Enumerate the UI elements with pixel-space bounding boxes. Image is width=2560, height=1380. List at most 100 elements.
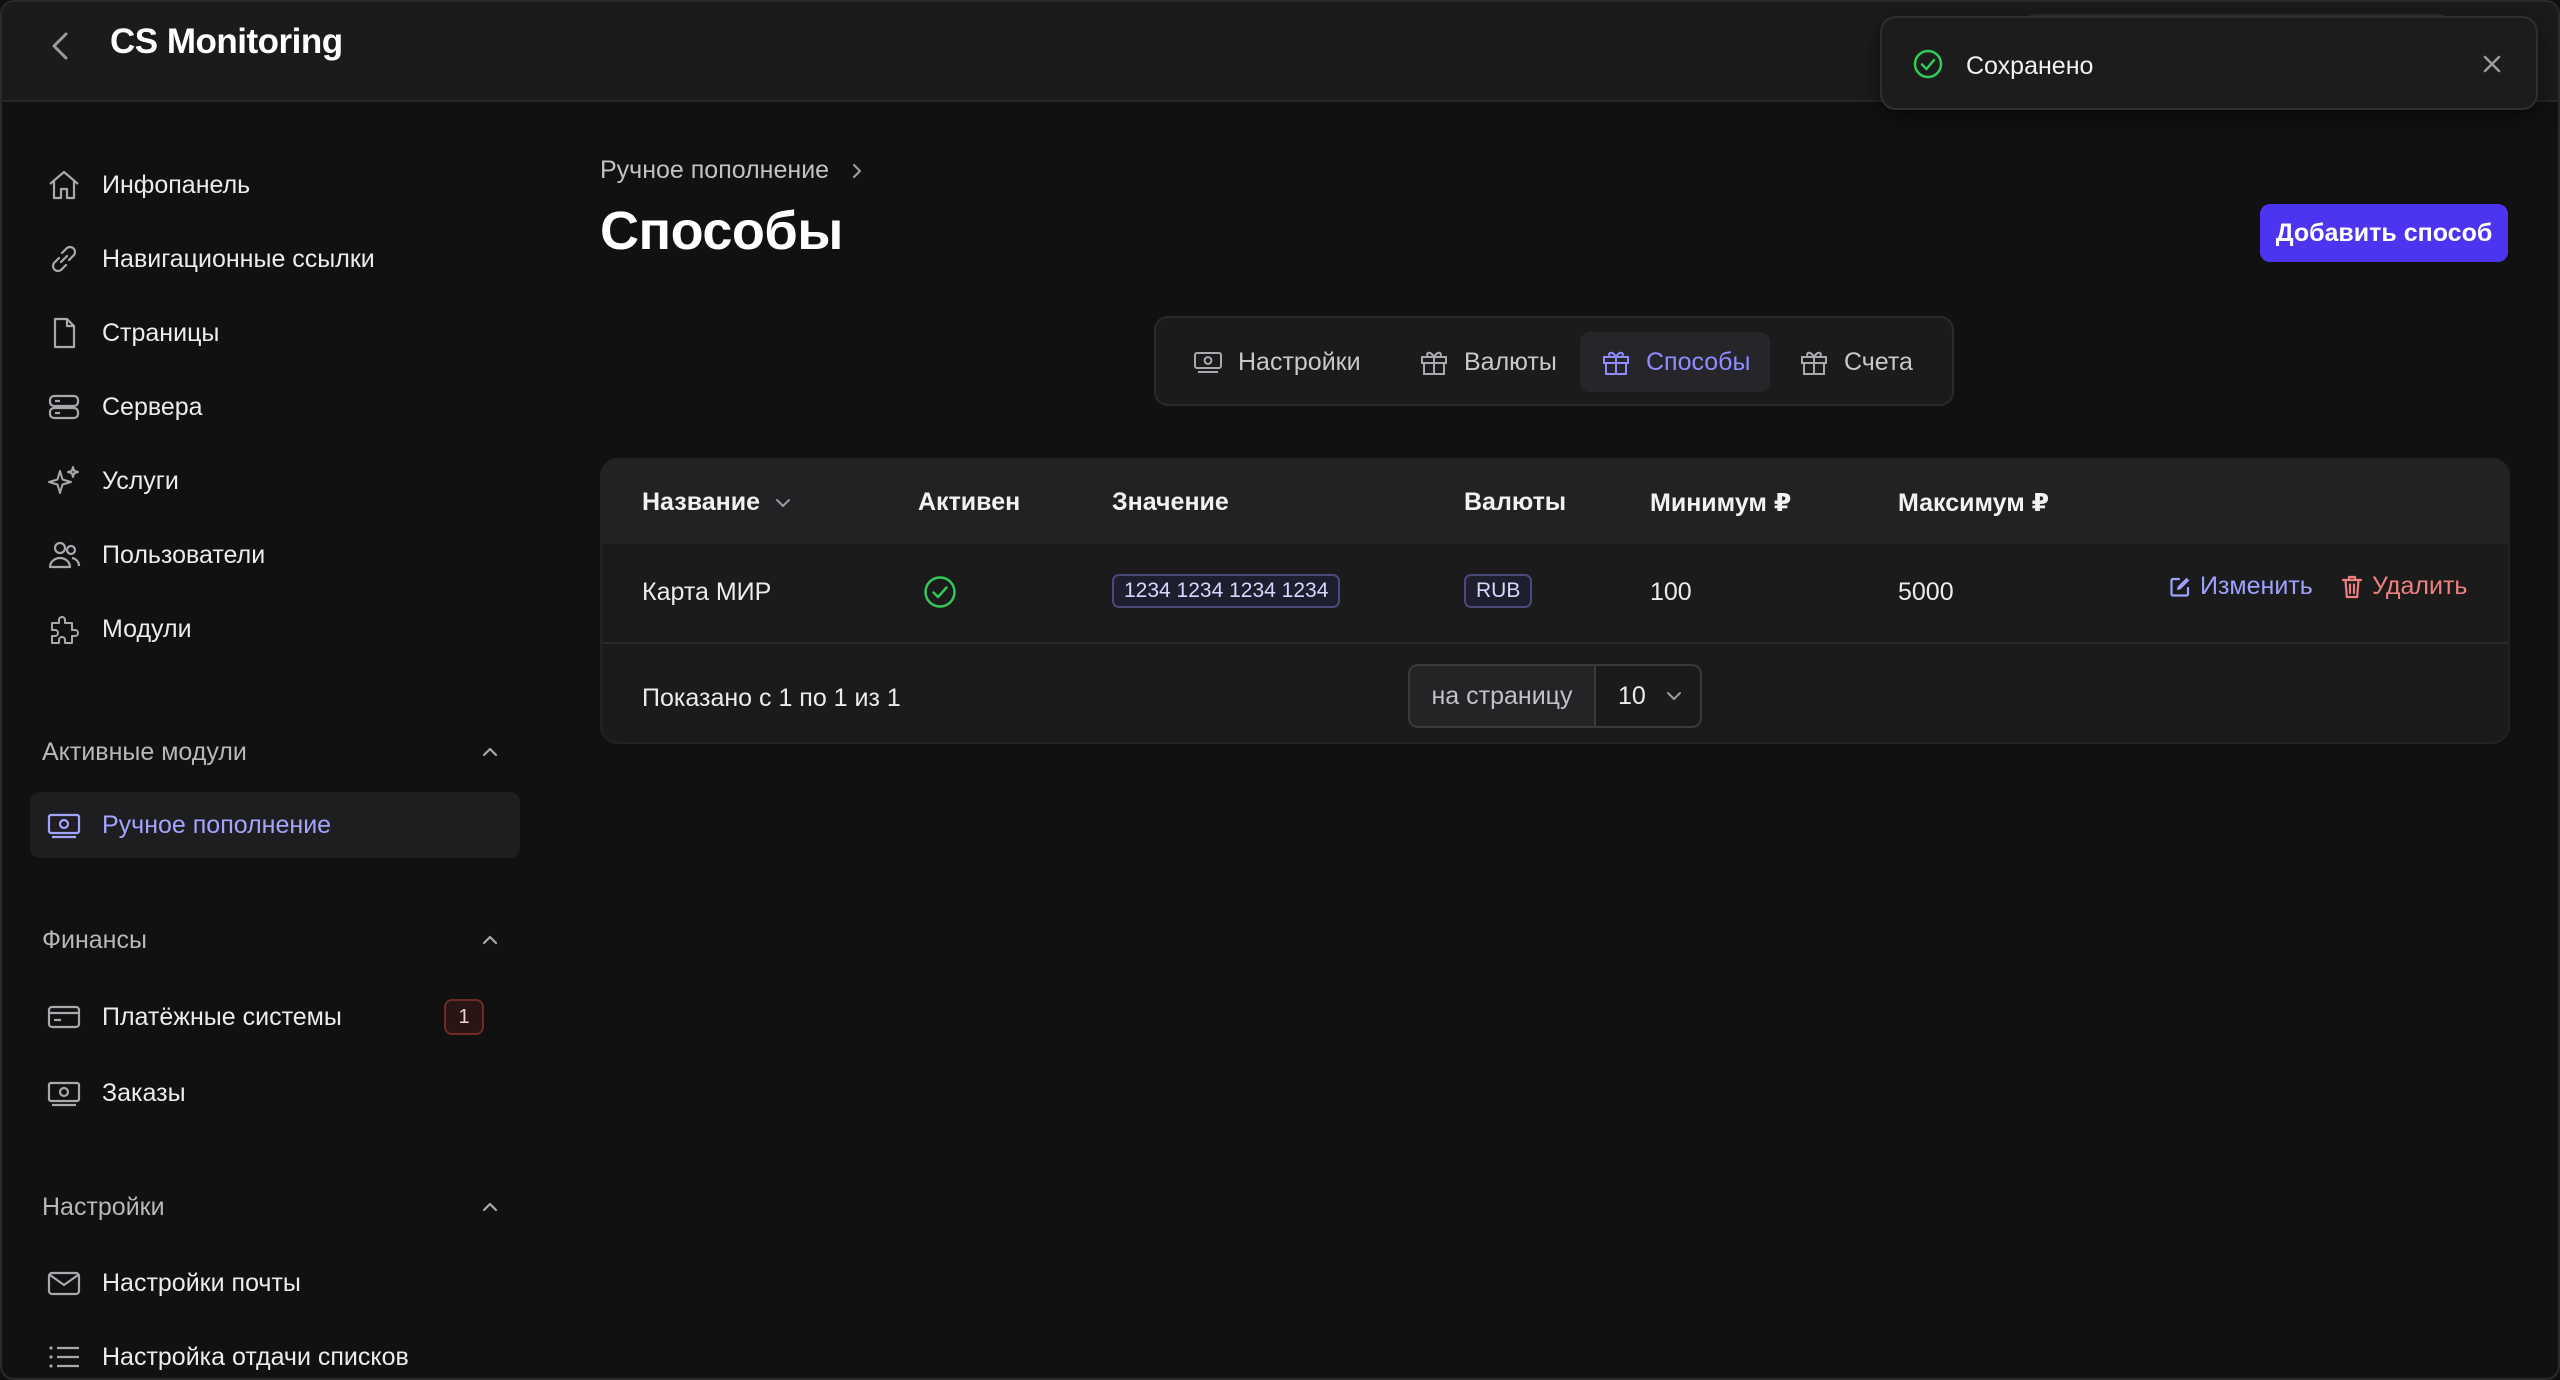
cash-icon — [42, 1071, 86, 1115]
trash-icon — [2341, 575, 2363, 598]
edit-label: Изменить — [2200, 572, 2313, 600]
chevron-down-icon — [1666, 692, 1681, 700]
sidebar-item-modules[interactable]: Модули — [30, 596, 520, 662]
delete-label: Удалить — [2372, 572, 2468, 600]
sidebar-item-label: Настройка отдачи списков — [102, 1342, 409, 1371]
active-status — [922, 574, 958, 617]
column-header-value: Значение — [1112, 488, 1229, 516]
sidebar-item-manual-topup[interactable]: Ручное пополнение — [30, 792, 520, 858]
table-row: Карта МИР 1234 1234 1234 1234 RUB 100 50… — [602, 544, 2508, 644]
sidebar-item-label: Услуги — [102, 466, 179, 495]
sidebar-item-label: Инфопанель — [102, 170, 251, 199]
sparkles-icon — [42, 459, 86, 503]
toast-notification: Сохранено — [1880, 16, 2538, 110]
per-page-control: на страницу 10 — [1408, 664, 1702, 728]
sidebar-item-label: Сервера — [102, 392, 203, 421]
link-icon — [42, 237, 86, 281]
notification-badge: 1 — [444, 999, 484, 1035]
per-page-value: 10 — [1618, 681, 1646, 710]
chevron-down-icon — [776, 498, 791, 507]
sidebar-item-label: Модули — [102, 614, 192, 643]
sidebar-item-mail-settings[interactable]: Настройки почты — [30, 1250, 520, 1316]
chevron-right-icon — [852, 163, 862, 178]
tab-currencies[interactable]: Валюты — [1398, 332, 1577, 392]
cell-minimum: 100 — [1650, 578, 1692, 606]
chevron-left-icon — [52, 32, 68, 60]
tab-label: Настройки — [1238, 347, 1361, 376]
sidebar-item-orders[interactable]: Заказы — [30, 1060, 520, 1126]
tab-label: Способы — [1646, 347, 1751, 376]
document-icon — [42, 311, 86, 355]
sidebar-item-label: Ручное пополнение — [102, 810, 332, 839]
tab-accounts[interactable]: Счета — [1778, 332, 1933, 392]
sidebar-item-label: Настройки почты — [102, 1268, 301, 1297]
toast-close-button[interactable] — [2478, 50, 2506, 78]
home-icon — [42, 163, 86, 207]
methods-table: Название Активен Значение Валюты Минимум… — [600, 458, 2510, 744]
table-footer: Показано с 1 по 1 из 1 на страницу 10 — [602, 646, 2508, 742]
users-icon — [42, 533, 86, 577]
mail-icon — [42, 1261, 86, 1305]
add-method-button[interactable]: Добавить способ — [2260, 204, 2508, 262]
toast-message: Сохранено — [1966, 52, 2094, 80]
delete-button[interactable]: Удалить — [2340, 572, 2467, 601]
section-settings[interactable]: Настройки — [42, 1187, 502, 1227]
tab-bar: Настройки Валюты Способы Счета — [1154, 316, 1954, 406]
tab-settings[interactable]: Настройки — [1172, 332, 1381, 392]
sidebar-item-label: Страницы — [102, 318, 220, 347]
sidebar-item-list-output[interactable]: Настройка отдачи списков — [30, 1324, 520, 1378]
list-icon — [42, 1335, 86, 1378]
sidebar-item-servers[interactable]: Сервера — [30, 374, 520, 440]
server-icon — [42, 385, 86, 429]
section-title: Настройки — [42, 1192, 165, 1221]
gift-icon — [1798, 346, 1830, 378]
value-badge: 1234 1234 1234 1234 — [1112, 574, 1341, 608]
section-finance[interactable]: Финансы — [42, 920, 502, 960]
cell-maximum: 5000 — [1898, 578, 1954, 606]
chevron-up-icon — [482, 935, 498, 945]
edit-button[interactable]: Изменить — [2168, 572, 2313, 601]
sidebar-item-dashboard[interactable]: Инфопанель — [30, 152, 520, 218]
sidebar-item-services[interactable]: Услуги — [30, 448, 520, 514]
tab-methods[interactable]: Способы — [1580, 332, 1771, 392]
chevron-up-icon — [482, 747, 498, 757]
tab-label: Валюты — [1464, 347, 1557, 376]
cash-icon — [1192, 346, 1224, 378]
section-title: Активные модули — [42, 737, 247, 766]
table-header: Название Активен Значение Валюты Минимум… — [602, 460, 2508, 544]
app-window: CS Monitoring Сохранено Инфопанель Навиг… — [0, 0, 2560, 1380]
sidebar-item-pages[interactable]: Страницы — [30, 300, 520, 366]
section-title: Финансы — [42, 925, 147, 954]
pagination-summary: Показано с 1 по 1 из 1 — [642, 684, 901, 712]
section-active-modules[interactable]: Активные модули — [42, 732, 502, 772]
sidebar-item-nav-links[interactable]: Навигационные ссылки — [30, 226, 520, 292]
column-header-label: Название — [642, 488, 761, 516]
sidebar-item-label: Заказы — [102, 1078, 186, 1107]
close-icon — [2483, 55, 2501, 73]
back-button[interactable] — [42, 28, 78, 64]
breadcrumb-link[interactable]: Ручное пополнение — [600, 156, 829, 185]
sidebar-item-label: Платёжные системы — [102, 1002, 342, 1031]
gift-icon — [1418, 346, 1450, 378]
gift-icon — [1600, 346, 1632, 378]
chevron-up-icon — [482, 1202, 498, 1212]
column-header-currencies: Валюты — [1464, 488, 1567, 516]
sidebar-item-payment-systems[interactable]: Платёжные системы 1 — [30, 984, 520, 1050]
sidebar: Инфопанель Навигационные ссылки Страницы… — [2, 102, 532, 1378]
cash-icon — [42, 803, 86, 847]
column-header-active: Активен — [918, 488, 1021, 516]
breadcrumb: Ручное пополнение — [600, 156, 865, 185]
sidebar-item-users[interactable]: Пользователи — [30, 522, 520, 588]
per-page-select[interactable]: 10 — [1598, 666, 1700, 726]
credit-card-icon — [42, 995, 86, 1039]
check-circle-icon — [1913, 49, 1943, 79]
sidebar-item-label: Пользователи — [102, 540, 266, 569]
check-circle-icon — [924, 576, 956, 608]
app-title: CS Monitoring — [110, 22, 343, 61]
column-header-name[interactable]: Название — [642, 488, 794, 517]
currency-badge: RUB — [1464, 574, 1533, 608]
column-header-maximum: Максимум ₽ — [1898, 489, 2050, 517]
tab-label: Счета — [1844, 347, 1913, 376]
cell-name: Карта МИР — [642, 578, 772, 606]
sidebar-item-label: Навигационные ссылки — [102, 244, 375, 273]
